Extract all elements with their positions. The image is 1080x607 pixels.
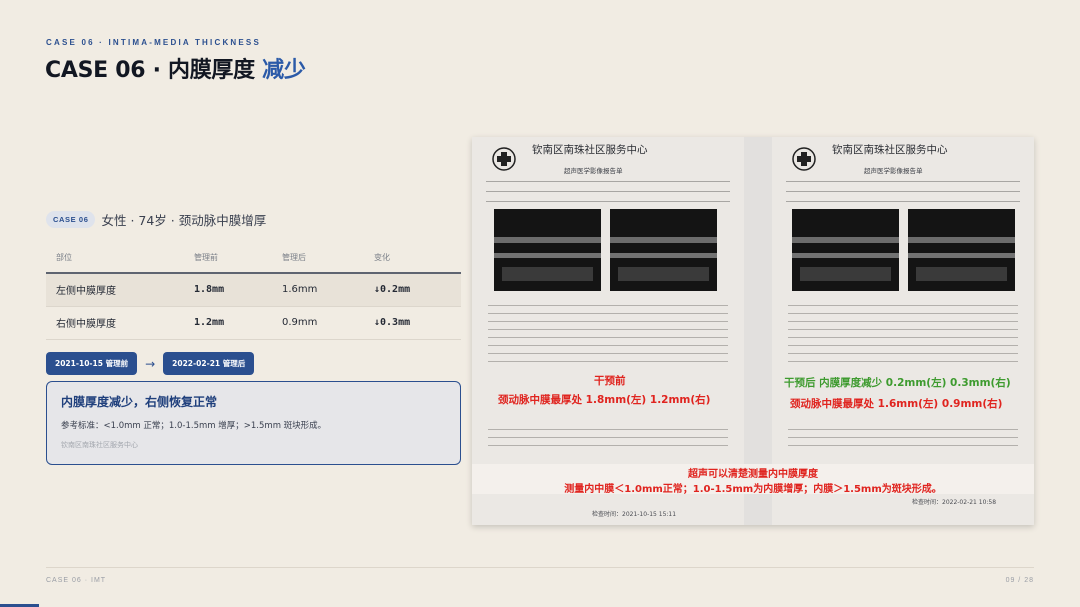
callout-source: 钦南区南珠社区服务中心 <box>61 441 138 449</box>
report-header-lines <box>786 181 1020 211</box>
section-kicker: CASE 06 · INTIMA-MEDIA THICKNESS <box>46 38 262 47</box>
date-range: 2021-10-15 管理前 → 2022-02-21 管理后 <box>46 352 255 375</box>
report-findings-text <box>788 305 1018 369</box>
ultrasound-report-photo: 钦南区南珠社区服务中心 超声医学影像报告单 干预前 颈动脉中膜最厚处 1.8mm… <box>472 137 1034 525</box>
report-diagnosis-text <box>788 429 1018 453</box>
page-title-main: CASE 06 · 内膜厚度 <box>45 58 263 83</box>
page-title: CASE 06 · 内膜厚度 减少 <box>45 52 306 84</box>
cell-after: 0.9mm <box>272 306 364 340</box>
report-diagnosis-text <box>488 429 728 453</box>
ultrasound-image <box>792 209 899 291</box>
page-number: 09 / 28 <box>1005 577 1034 584</box>
cell-before: 1.2mm <box>184 306 272 340</box>
cell-site: 右侧中膜厚度 <box>46 306 184 340</box>
before-label: 干预前 <box>594 375 626 387</box>
table-row: 右侧中膜厚度 1.2mm 0.9mm ↓0.3mm <box>46 306 461 340</box>
patient-tagline: CASE 06 女性 · 74岁 · 颈动脉中膜增厚 <box>46 210 266 229</box>
footer-label: CASE 06 · IMT <box>46 577 107 584</box>
exam-time-after: 检查时间：2022-02-21 10:58 <box>912 499 997 506</box>
hospital-cross-icon <box>492 147 516 171</box>
hospital-cross-icon <box>792 147 816 171</box>
ultrasound-image <box>908 209 1015 291</box>
cell-after: 1.6mm <box>272 273 364 307</box>
table-header-row: 部位 管理前 管理后 变化 <box>46 252 461 274</box>
before-values: 颈动脉中膜最厚处 1.8mm(左) 1.2mm(右) <box>498 394 711 406</box>
report-title: 超声医学影像报告单 <box>864 167 923 175</box>
callout-title: 内膜厚度减少，右侧恢复正常 <box>61 395 218 409</box>
annotation-banner: 超声可以清楚测量内中膜厚度 测量内中膜＜1.0mm正常；1.0-1.5mm为内膜… <box>472 464 1034 495</box>
banner-line-1: 超声可以清楚测量内中膜厚度 <box>688 469 818 480</box>
col-header-site: 部位 <box>46 252 184 274</box>
case-badge: CASE 06 <box>46 211 96 228</box>
cell-before: 1.8mm <box>184 273 272 307</box>
date-before-badge: 2021-10-15 管理前 <box>46 352 138 375</box>
conclusion-callout: 内膜厚度减少，右侧恢复正常 参考标准：<1.0mm 正常；1.0-1.5mm 增… <box>46 381 461 465</box>
report-center-name: 钦南区南珠社区服务中心 <box>532 144 648 156</box>
report-center-name: 钦南区南珠社区服务中心 <box>832 144 948 156</box>
date-after-badge: 2022-02-21 管理后 <box>163 352 255 375</box>
report-header-lines <box>486 181 730 211</box>
ultrasound-image <box>610 209 717 291</box>
col-header-after: 管理后 <box>272 252 364 274</box>
cell-change: ↓0.2mm <box>364 273 461 307</box>
after-values: 颈动脉中膜最厚处 1.6mm(左) 0.9mm(右) <box>790 398 1003 410</box>
report-title: 超声医学影像报告单 <box>564 167 623 175</box>
col-header-before: 管理前 <box>184 252 272 274</box>
cell-site: 左侧中膜厚度 <box>46 273 184 307</box>
page-title-accent: 减少 <box>262 58 306 83</box>
ultrasound-image <box>494 209 601 291</box>
footer-divider <box>46 567 1034 568</box>
table-row: 左侧中膜厚度 1.8mm 1.6mm ↓0.2mm <box>46 273 461 307</box>
callout-reference: 参考标准：<1.0mm 正常；1.0-1.5mm 增厚；>1.5mm 斑块形成。 <box>61 421 327 431</box>
col-header-change: 变化 <box>364 252 461 274</box>
exam-time-before: 检查时间：2021-10-15 15:11 <box>592 511 677 518</box>
imt-table: 部位 管理前 管理后 变化 左侧中膜厚度 1.8mm 1.6mm ↓0.2mm … <box>46 252 461 340</box>
patient-summary: 女性 · 74岁 · 颈动脉中膜增厚 <box>101 213 267 228</box>
report-findings-text <box>488 305 728 369</box>
after-label: 干预后 内膜厚度减少 0.2mm(左) 0.3mm(右) <box>784 377 1011 389</box>
cell-change: ↓0.3mm <box>364 306 461 340</box>
arrow-right-icon: → <box>145 356 156 371</box>
banner-line-2: 测量内中膜＜1.0mm正常；1.0-1.5mm为内膜增厚；内膜＞1.5mm为斑块… <box>564 484 942 495</box>
